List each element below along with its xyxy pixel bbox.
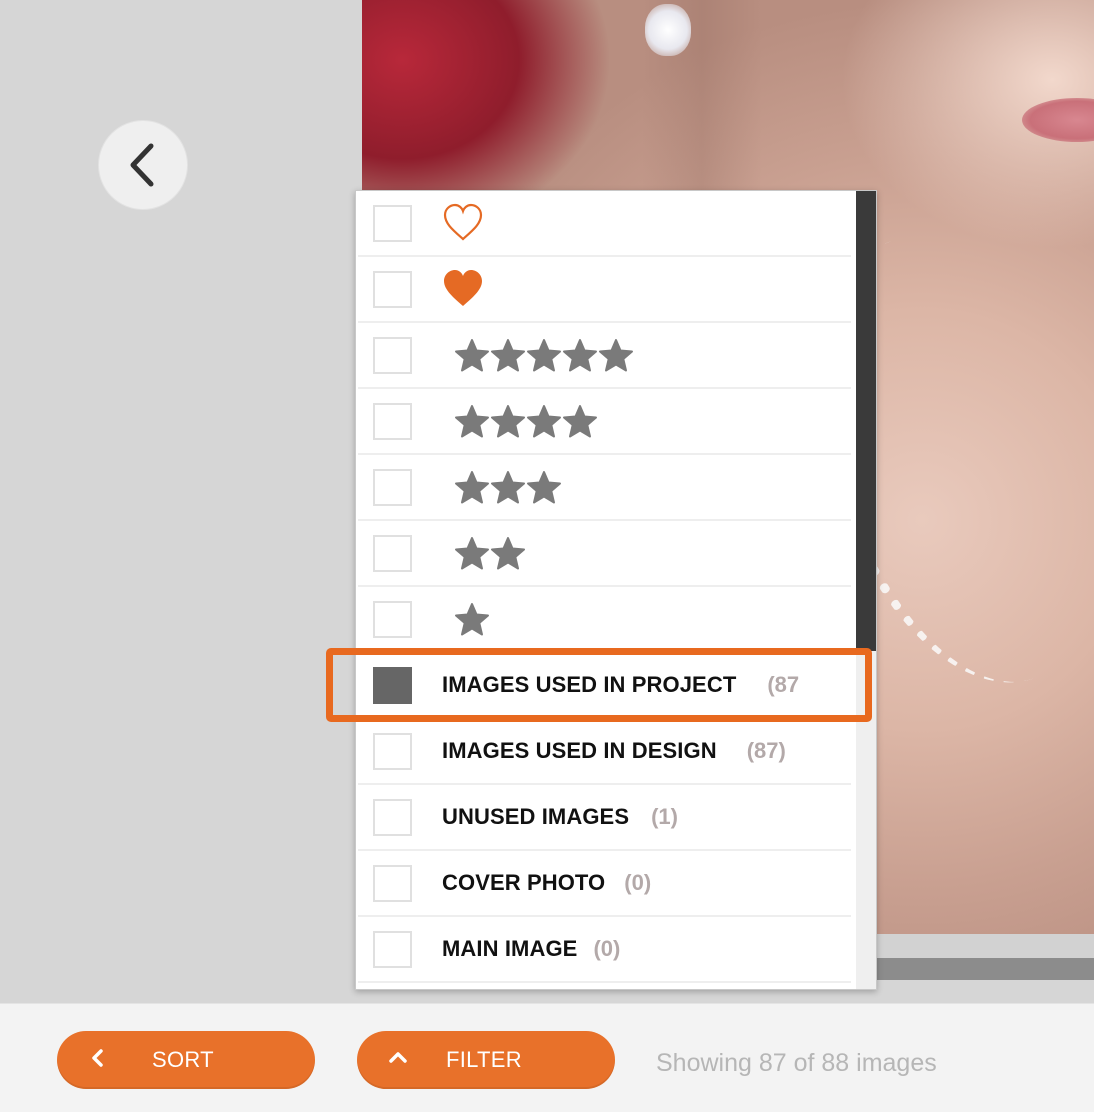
star-icon [563,339,597,372]
thumbnail-strip-shadow [876,958,1094,980]
filter-row-4-stars[interactable] [358,389,851,455]
filter-dropdown[interactable]: IMAGES USED IN PROJECT (87 IMAGES USED I… [355,190,877,990]
filter-row-content [442,521,526,585]
chevron-left-icon [92,1049,103,1067]
filter-checkbox[interactable] [373,865,412,902]
filter-row-5-stars[interactable] [358,323,851,389]
filter-row-main-image[interactable]: MAIN IMAGE (0) [358,917,851,983]
left-pane [0,0,362,1003]
star-rating [454,470,562,504]
filter-count: (1) [651,804,678,829]
scrollbar-thumb[interactable] [856,191,876,651]
heart-outline-icon [443,203,483,241]
filter-checkbox[interactable] [373,337,412,374]
filter-row-cover-photo[interactable]: COVER PHOTO (0) [358,851,851,917]
filter-count: (0) [593,936,621,961]
filter-row-content [442,323,634,387]
earring-detail [645,4,691,56]
filter-label: FILTER [446,1047,522,1072]
filter-checkbox-checked[interactable] [373,667,412,704]
star-icon [527,339,561,372]
filter-checkbox[interactable] [373,271,412,308]
filter-label: IMAGES USED IN DESIGN [442,738,717,763]
filter-row-content: IMAGES USED IN DESIGN (87) [442,719,786,783]
filter-label: IMAGES USED IN PROJECT [442,672,737,697]
chevron-up-icon [389,1052,407,1063]
filter-row-content: UNUSED IMAGES (1) [442,785,678,849]
filter-checkbox[interactable] [373,403,412,440]
filter-checkbox[interactable] [373,535,412,572]
filter-count: (87) [746,738,786,763]
filter-row-unused-images[interactable]: UNUSED IMAGES (1) [358,785,851,851]
star-icon [491,339,525,372]
filter-label: MAIN IMAGE [442,936,578,961]
star-icon [455,603,489,636]
star-icon [455,339,489,372]
back-button[interactable] [98,120,188,210]
star-rating [454,602,490,636]
star-icon [527,405,561,438]
filter-button[interactable]: FILTER [357,1031,615,1089]
star-icon [599,339,633,372]
star-icon [455,405,489,438]
filter-row-heart-filled[interactable] [358,257,851,323]
chevron-left-icon [130,143,154,187]
footer-bar: SORT FILTER Showing 87 of 88 images [0,1003,1094,1112]
filter-count: (0) [624,870,652,895]
filter-row-heart-outline[interactable] [358,191,851,257]
filter-label: COVER PHOTO [442,870,606,895]
star-rating [454,536,526,570]
star-icon [491,405,525,438]
filter-checkbox[interactable] [373,733,412,770]
filter-checkbox[interactable] [373,469,412,506]
star-icon [455,471,489,504]
filter-row-content [442,389,598,453]
filter-row-content [442,587,490,651]
filter-checkbox[interactable] [373,931,412,968]
filter-checkbox[interactable] [373,205,412,242]
filter-count: (87 [767,672,800,697]
filter-row-images-used-in-project[interactable]: IMAGES USED IN PROJECT (87 [358,653,851,719]
image-count-status: Showing 87 of 88 images [656,1049,937,1077]
star-icon [491,537,525,570]
star-rating [454,338,634,372]
sort-label: SORT [152,1047,214,1072]
filter-row-images-used-in-design[interactable]: IMAGES USED IN DESIGN (87) [358,719,851,785]
sort-button[interactable]: SORT [57,1031,315,1089]
star-icon [527,471,561,504]
filter-row-content [442,257,484,321]
star-icon [455,537,489,570]
filter-row-content: MAIN IMAGE (0) [442,917,620,981]
filter-row-1-star[interactable] [358,587,851,653]
lip-detail [1022,98,1094,142]
heart-filled-icon [444,270,482,306]
filter-label: UNUSED IMAGES [442,804,630,829]
star-rating [454,404,598,438]
thumbnail-strip [876,934,1094,958]
star-icon [563,405,597,438]
filter-row-content [442,455,562,519]
filter-row-content: IMAGES USED IN PROJECT (87 [442,653,799,717]
filter-checkbox[interactable] [373,799,412,836]
filter-checkbox[interactable] [373,601,412,638]
filter-row-2-stars[interactable] [358,521,851,587]
star-icon [491,471,525,504]
filter-row-content [442,191,484,255]
filter-row-3-stars[interactable] [358,455,851,521]
filter-row-content: COVER PHOTO (0) [442,851,651,915]
